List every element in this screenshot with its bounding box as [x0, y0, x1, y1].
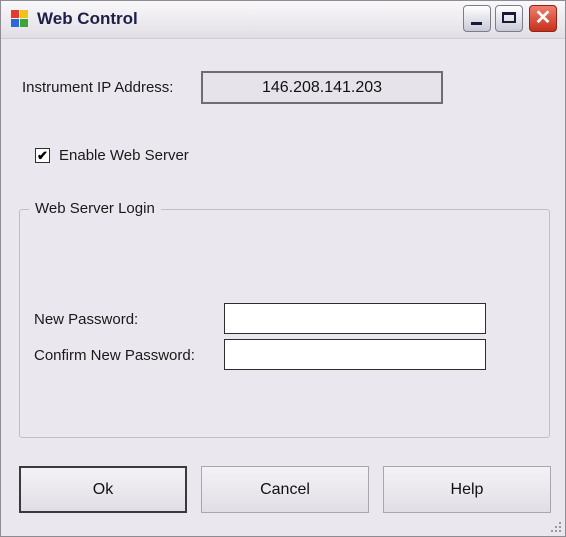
web-control-dialog: Web Control ✕ Instrument IP Address: 146… [0, 0, 566, 537]
app-icon [11, 10, 29, 28]
new-password-label: New Password: [34, 311, 139, 328]
close-button[interactable]: ✕ [529, 5, 557, 32]
help-button[interactable]: Help [383, 466, 551, 513]
resize-grip-icon[interactable] [547, 518, 563, 534]
title-bar[interactable]: Web Control ✕ [1, 1, 565, 39]
maximize-icon [502, 12, 516, 23]
cancel-button[interactable]: Cancel [201, 466, 369, 513]
web-server-login-title: Web Server Login [29, 200, 161, 217]
enable-web-server-checkbox[interactable]: ✔ [35, 148, 50, 163]
minimize-icon [471, 22, 482, 25]
window-title: Web Control [37, 9, 138, 28]
ok-button[interactable]: Ok [19, 466, 187, 513]
close-icon: ✕ [534, 7, 552, 29]
enable-web-server-label[interactable]: Enable Web Server [59, 147, 189, 164]
ip-address-value: 146.208.141.203 [201, 71, 443, 104]
confirm-password-field[interactable] [224, 339, 486, 370]
ip-address-label: Instrument IP Address: [22, 79, 174, 96]
confirm-password-label: Confirm New Password: [34, 347, 195, 364]
minimize-button[interactable] [463, 5, 491, 32]
new-password-field[interactable] [224, 303, 486, 334]
maximize-button[interactable] [495, 5, 523, 32]
